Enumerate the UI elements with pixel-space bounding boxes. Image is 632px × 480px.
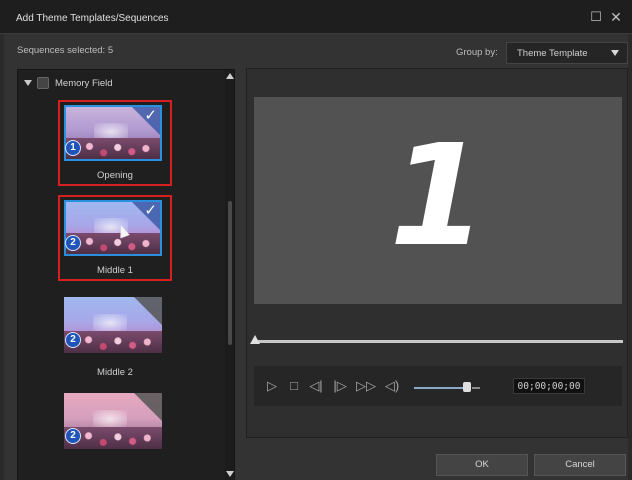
checkmark-icon: ✓ — [144, 202, 157, 219]
next-frame-icon[interactable]: |▷ — [332, 378, 348, 394]
order-badge: 2 — [65, 332, 81, 348]
template-item-opening[interactable]: ✓ 1 Opening — [58, 100, 172, 188]
group-by-dropdown[interactable]: Theme Template — [506, 42, 628, 64]
volume-icon[interactable]: ◁) — [384, 378, 400, 394]
checkmark-icon: ✓ — [144, 107, 157, 124]
scroll-up-icon[interactable] — [226, 73, 234, 79]
group-label: Memory Field — [55, 78, 113, 89]
volume-slider-handle[interactable] — [462, 382, 471, 392]
window-title: Add Theme Templates/Sequences — [16, 13, 169, 24]
stop-icon[interactable]: □ — [286, 378, 302, 394]
template-item-4[interactable]: 2 — [58, 388, 172, 476]
scrollbar-thumb[interactable] — [228, 201, 232, 345]
seek-handle[interactable] — [250, 335, 260, 344]
template-item-label: Opening — [97, 170, 133, 181]
sequences-selected-label: Sequences selected: 5 — [17, 45, 114, 56]
ok-button[interactable]: OK — [436, 454, 528, 476]
template-item-middle-1[interactable]: ✓ 2 Middle 1 — [58, 195, 172, 283]
order-badge: 2 — [65, 428, 81, 444]
scroll-down-icon[interactable] — [226, 471, 234, 477]
play-icon[interactable]: ▷ — [264, 378, 280, 394]
volume-slider-track[interactable] — [414, 387, 468, 389]
template-item-middle-2[interactable]: 2 Middle 2 — [58, 292, 172, 380]
close-icon[interactable]: ✕ — [608, 9, 624, 25]
group-checkbox[interactable] — [37, 77, 49, 89]
expand-arrow-icon[interactable] — [24, 80, 32, 86]
preview-panel: 1 ▷ □ ◁| |▷ ▷▷ ◁) 00;00;00;00 — [246, 68, 628, 438]
preview-sequence-number: 1 — [389, 115, 487, 278]
template-list-panel: Memory Field ✓ 1 Opening ✓ 2 Middle 1 2 … — [17, 69, 235, 480]
playback-controls: ▷ □ ◁| |▷ ▷▷ ◁) 00;00;00;00 — [254, 366, 622, 406]
cancel-button[interactable]: Cancel — [534, 454, 626, 476]
order-badge: 2 — [65, 235, 81, 251]
template-item-label: Middle 2 — [97, 367, 133, 378]
timecode-display: 00;00;00;00 — [513, 378, 585, 394]
previous-frame-icon[interactable]: ◁| — [308, 378, 324, 394]
maximize-icon[interactable]: ☐ — [588, 9, 604, 25]
order-badge: 1 — [65, 140, 81, 156]
fast-forward-icon[interactable]: ▷▷ — [356, 378, 376, 394]
group-by-label: Group by: — [456, 47, 498, 58]
title-bar: Add Theme Templates/Sequences ☐ ✕ — [0, 0, 632, 34]
preview-screen: 1 — [254, 97, 622, 304]
seek-bar[interactable] — [255, 340, 623, 343]
template-item-label: Middle 1 — [97, 265, 133, 276]
vertical-scrollbar[interactable] — [225, 70, 234, 480]
group-by-value: Theme Template — [517, 48, 588, 59]
dialog-body: Sequences selected: 5 Group by: Theme Te… — [4, 34, 628, 480]
chevron-down-icon — [611, 50, 619, 56]
